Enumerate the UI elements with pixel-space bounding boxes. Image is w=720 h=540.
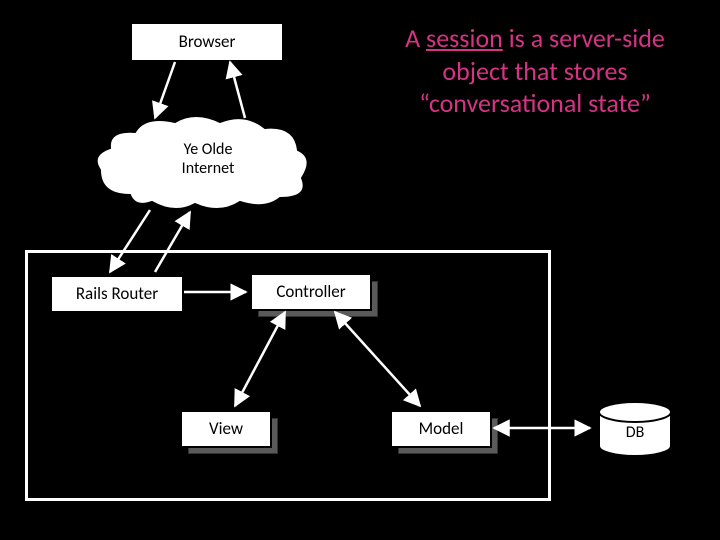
db-label: DB (595, 423, 675, 442)
browser-label: Browser (179, 32, 236, 52)
controller-node: Controller (250, 273, 372, 311)
view-node: View (180, 410, 272, 448)
caption-text: A session is a server-side object that s… (385, 22, 685, 120)
model-node: Model (390, 410, 492, 448)
model-label: Model (419, 419, 464, 439)
view-label: View (209, 419, 243, 439)
router-label: Rails Router (76, 284, 158, 304)
controller-label: Controller (276, 282, 345, 302)
diagram-stage: Ye Olde Internet Browser A session is a … (0, 0, 720, 540)
browser-node: Browser (130, 22, 284, 62)
router-node: Rails Router (50, 275, 184, 313)
internet-label: Ye Olde Internet (168, 140, 248, 178)
